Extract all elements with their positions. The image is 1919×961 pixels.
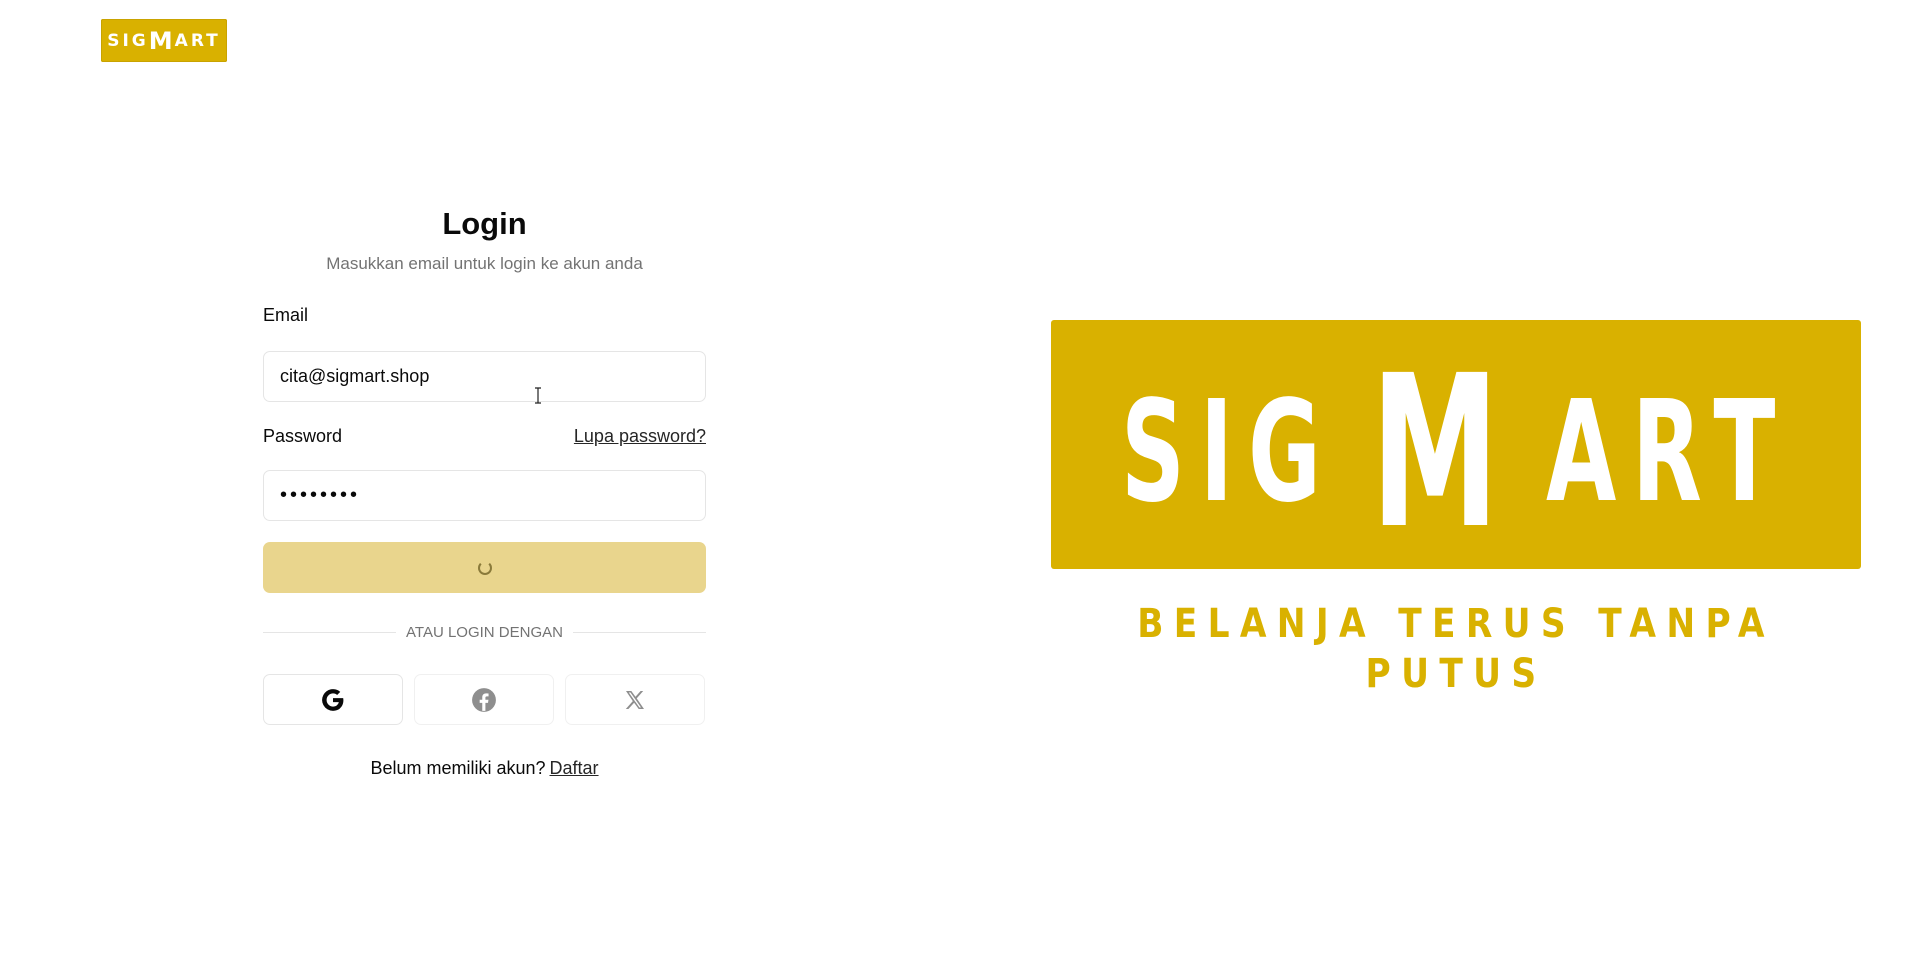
forgot-password-link[interactable]: Lupa password? xyxy=(574,426,706,447)
login-title: Login xyxy=(442,206,527,241)
text-cursor-icon xyxy=(535,387,541,404)
facebook-icon xyxy=(472,687,496,712)
password-field[interactable] xyxy=(263,470,706,521)
login-subtitle: Masukkan email untuk login ke akun anda xyxy=(326,254,643,273)
hero-brand: SIG M ART BELANJA TERUS TANPA PUTUS xyxy=(1051,320,1861,697)
signup-prompt: Belum memiliki akun? xyxy=(370,758,546,778)
email-field[interactable] xyxy=(263,351,706,402)
login-submit-button[interactable] xyxy=(263,542,706,593)
signup-row: Belum memiliki akun? Daftar xyxy=(263,758,706,779)
divider-line-left xyxy=(263,631,397,633)
social-login-row xyxy=(263,674,706,725)
header-logo[interactable]: SIG M ART xyxy=(101,19,227,62)
email-label: Email xyxy=(263,305,309,325)
hero-logo-banner: SIG M ART xyxy=(1051,320,1861,569)
hero-logo-suffix: ART xyxy=(1546,371,1791,534)
loading-spinner-icon xyxy=(477,560,492,575)
google-icon xyxy=(322,688,344,711)
hero-logo-big-letter: M xyxy=(1371,330,1499,569)
hero-logo-prefix: SIG xyxy=(1121,371,1336,534)
divider-line-right xyxy=(572,631,706,633)
password-label-row: Password Lupa password? xyxy=(263,424,706,448)
hero-tagline: BELANJA TERUS TANPA PUTUS xyxy=(1137,601,1775,697)
x-icon xyxy=(625,690,644,709)
x-login-button[interactable] xyxy=(565,674,705,725)
header-logo-suffix: ART xyxy=(174,30,221,51)
password-label: Password xyxy=(263,425,343,446)
signup-link[interactable]: Daftar xyxy=(550,758,599,778)
social-divider: Atau login dengan xyxy=(263,622,706,642)
header-logo-prefix: SIG xyxy=(107,30,149,51)
header-logo-big-letter: M xyxy=(148,26,175,55)
google-login-button[interactable] xyxy=(263,674,403,725)
login-page: SIG M ART Login Masukkan email untuk login… xyxy=(0,0,1919,961)
facebook-login-button[interactable] xyxy=(414,674,554,725)
login-form: Login Masukkan email untuk login ke akun… xyxy=(263,200,706,779)
hero-logo-wordmark: SIG M ART xyxy=(1121,330,1791,569)
divider-text: Atau login dengan xyxy=(406,623,563,641)
